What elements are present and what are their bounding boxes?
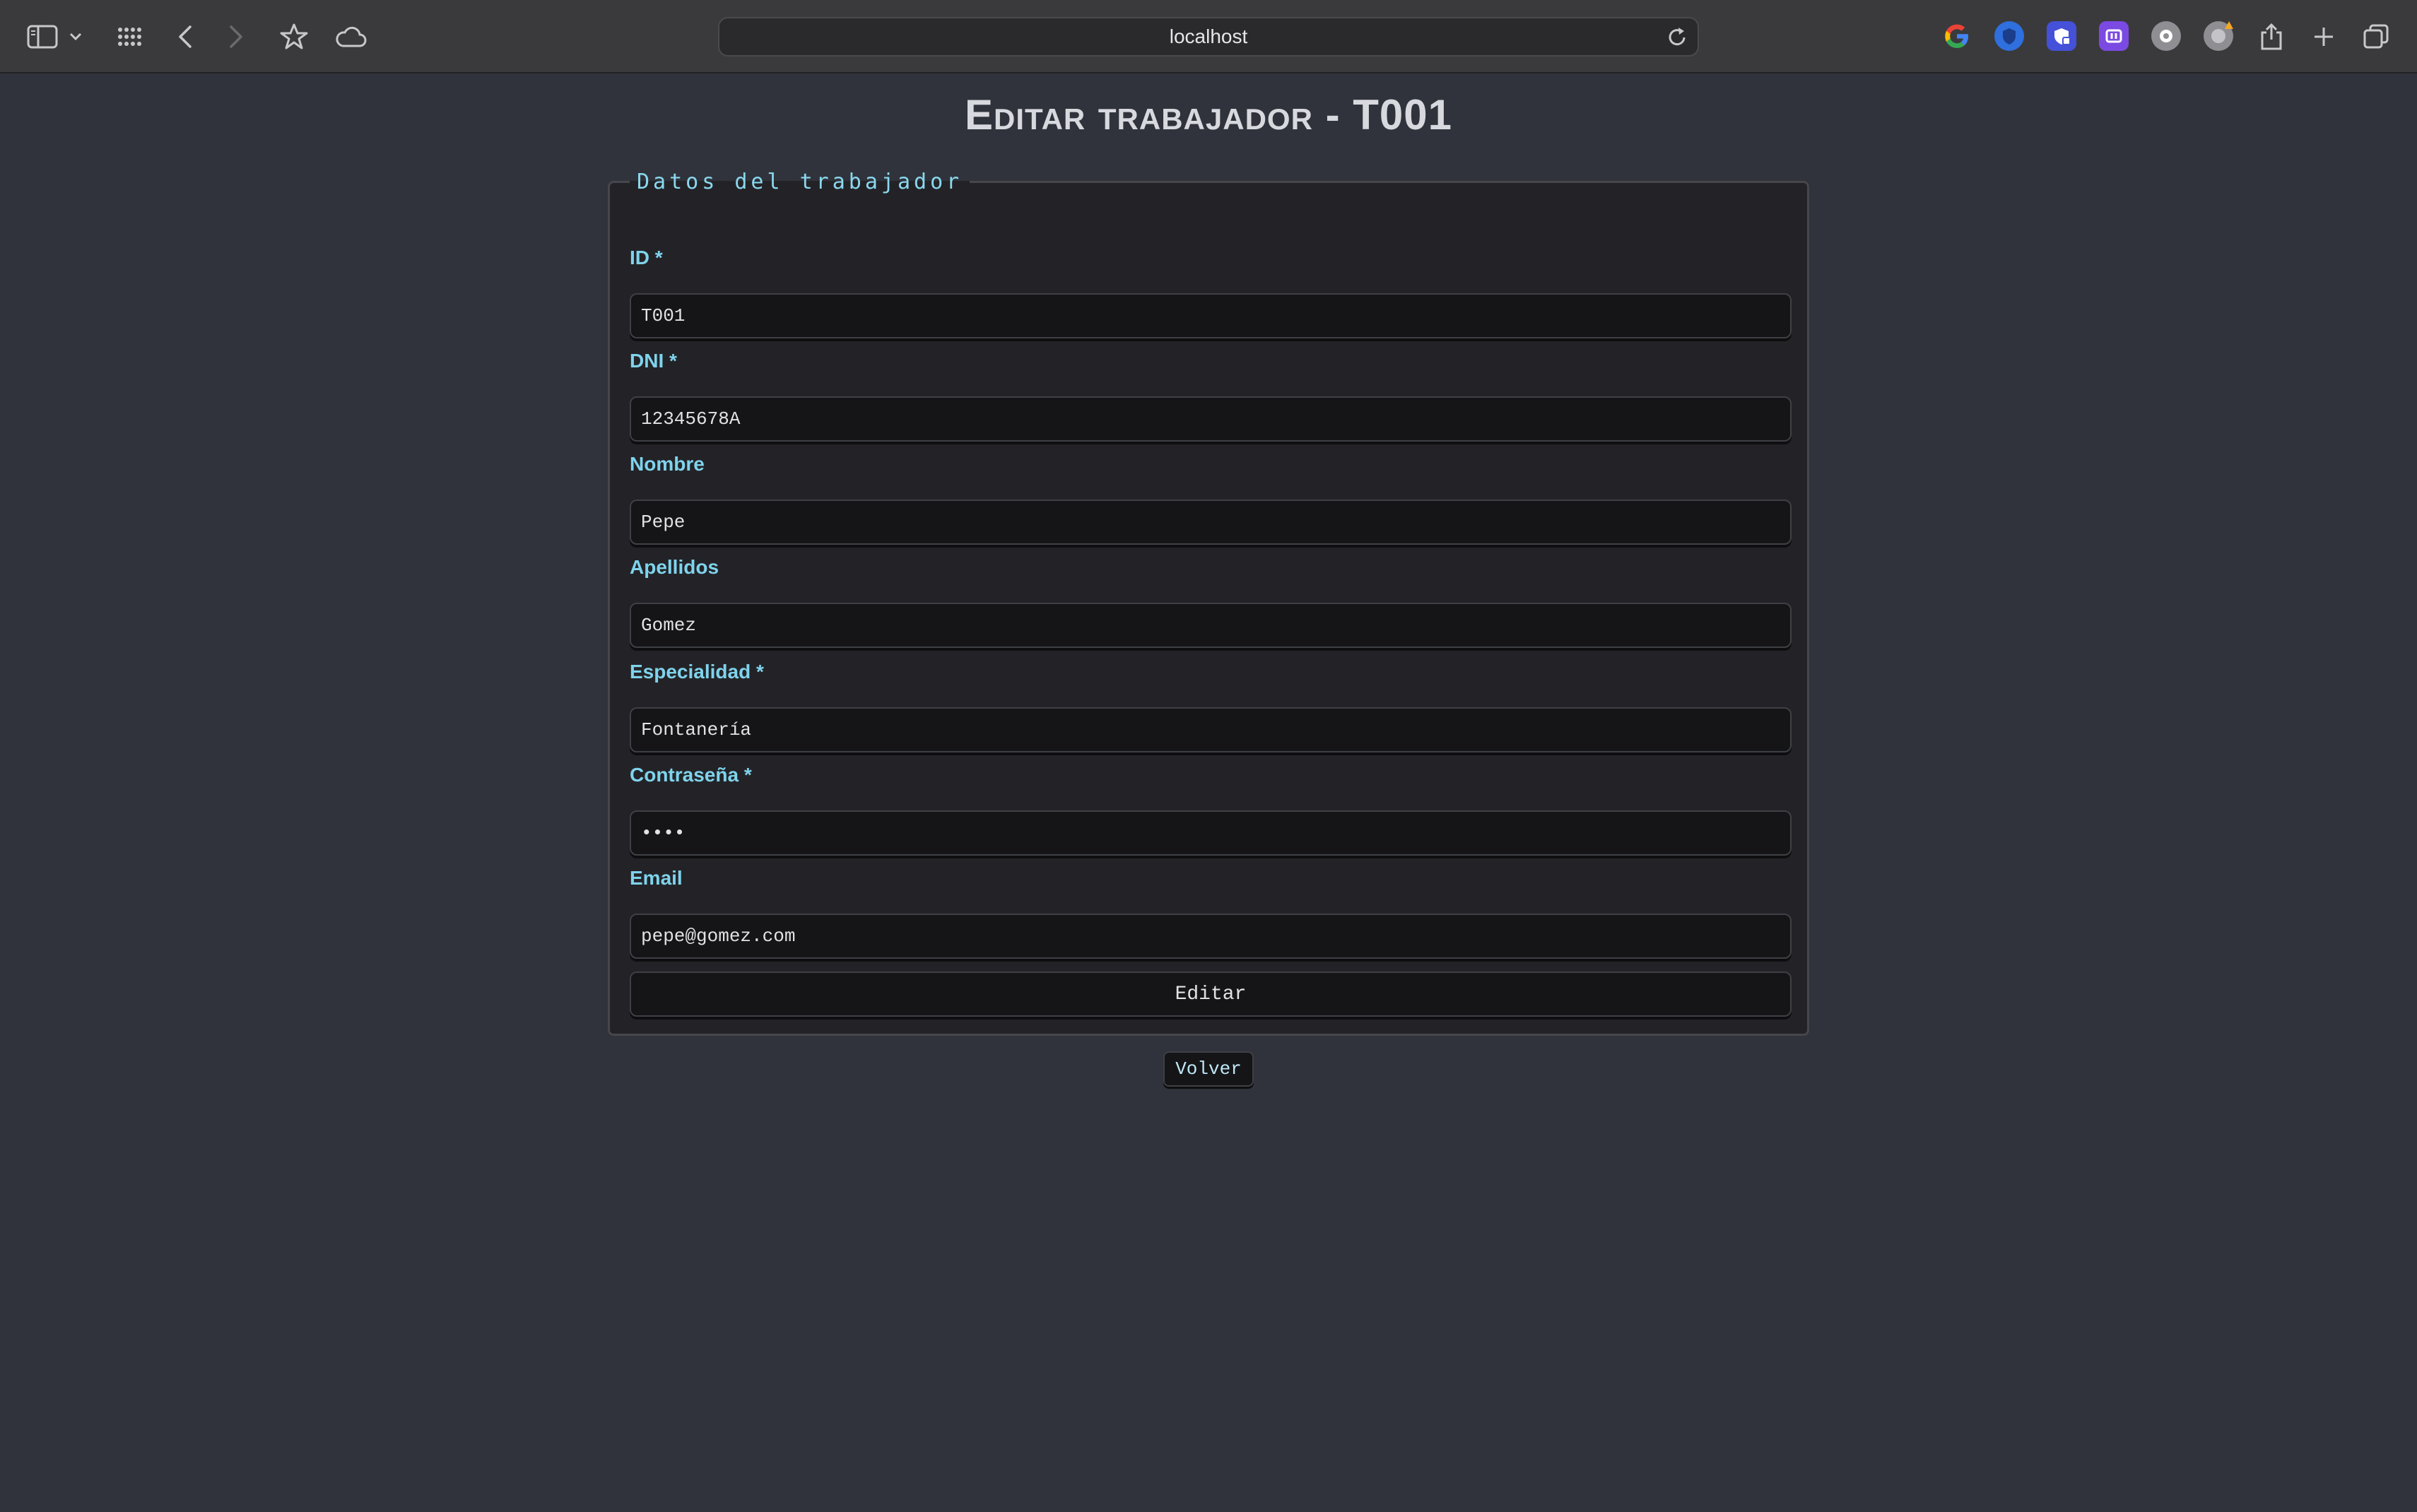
new-tab-plus-icon[interactable] <box>2304 17 2344 57</box>
reload-icon[interactable] <box>1665 25 1689 49</box>
email-input[interactable] <box>630 914 1792 959</box>
google-extension-icon[interactable] <box>1942 21 1972 51</box>
field-email: Email <box>630 867 1792 959</box>
email-label: Email <box>630 867 683 889</box>
blue-shield-extension-icon[interactable] <box>1994 21 2024 51</box>
id-input[interactable] <box>630 293 1792 338</box>
especialidad-input[interactable] <box>630 707 1792 752</box>
field-contrasena: Contraseña * <box>630 764 1792 856</box>
address-bar[interactable]: localhost <box>718 17 1699 57</box>
password-input[interactable] <box>630 810 1792 856</box>
forward-arrow-icon[interactable] <box>216 17 256 57</box>
worker-form: Datos del trabajador ID * DNI * Nombre A… <box>608 170 1809 1036</box>
purple-shield-extension-icon[interactable] <box>2047 21 2076 51</box>
dni-input[interactable] <box>630 396 1792 442</box>
field-nombre: Nombre <box>630 453 1792 545</box>
tab-grid-icon[interactable] <box>110 17 150 57</box>
badge-extension-icon[interactable] <box>2204 21 2233 51</box>
apellidos-input[interactable] <box>630 603 1792 648</box>
field-dni: DNI * <box>630 350 1792 442</box>
address-bar-url: localhost <box>1169 25 1248 47</box>
nombre-input[interactable] <box>630 500 1792 545</box>
contrasena-label: Contraseña * <box>630 764 752 786</box>
puzzle-extension-icon[interactable] <box>2151 21 2181 51</box>
bookmark-star-icon[interactable] <box>274 17 314 57</box>
chevron-down-icon[interactable] <box>65 17 86 57</box>
purple-app-extension-icon[interactable] <box>2099 21 2129 51</box>
id-label: ID * <box>630 247 663 268</box>
editar-button[interactable]: Editar <box>630 971 1792 1017</box>
back-arrow-icon[interactable] <box>165 17 205 57</box>
page-title: Editar trabajador - T001 <box>965 91 1452 138</box>
field-especialidad: Especialidad * <box>630 661 1792 752</box>
cloud-icon[interactable] <box>331 17 370 57</box>
apellidos-label: Apellidos <box>630 556 719 578</box>
especialidad-label: Especialidad * <box>630 661 764 683</box>
field-id: ID * <box>630 247 1792 338</box>
dni-label: DNI * <box>630 350 677 372</box>
form-legend: Datos del trabajador <box>637 170 963 194</box>
tab-overview-icon[interactable] <box>2356 17 2396 57</box>
volver-button[interactable]: Volver <box>1163 1051 1254 1087</box>
sidebar-toggle-icon[interactable] <box>23 17 62 57</box>
share-icon[interactable] <box>2252 17 2291 57</box>
browser-toolbar: localhost <box>0 0 2417 73</box>
field-apellidos: Apellidos <box>630 556 1792 648</box>
nombre-label: Nombre <box>630 453 705 475</box>
